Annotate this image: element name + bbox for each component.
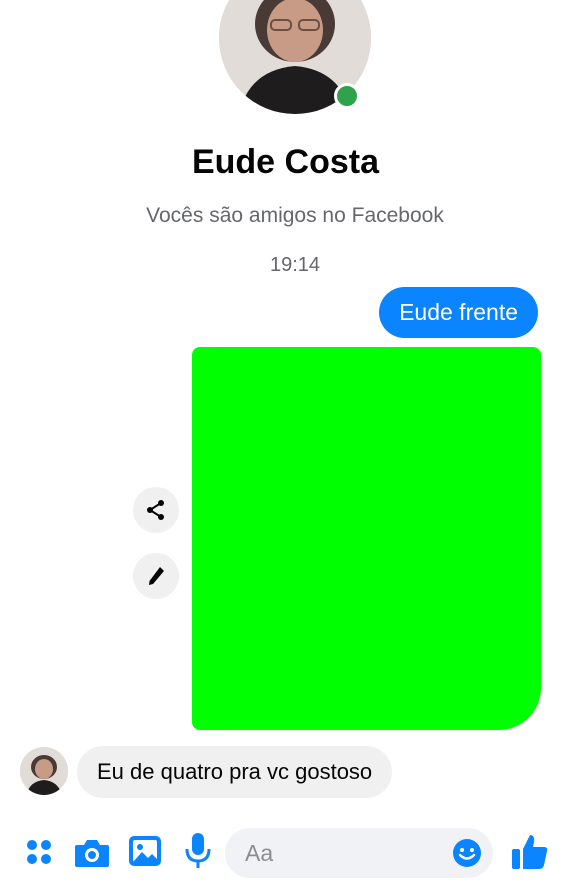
microphone-button[interactable]: [181, 830, 215, 872]
like-button[interactable]: [508, 830, 552, 874]
message-timestamp: 19:14: [269, 254, 321, 276]
message-input[interactable]: Aa: [225, 828, 493, 878]
share-icon: [147, 500, 164, 520]
sender-photo: [20, 747, 68, 795]
sender-avatar[interactable]: [20, 747, 68, 795]
share-button[interactable]: [133, 487, 179, 533]
sent-image-message[interactable]: [192, 347, 541, 730]
contact-name: Eude Costa: [191, 143, 380, 181]
friendship-status: Vocês são amigos no Facebook: [146, 204, 444, 227]
received-message-text: Eu de quatro pra vc gostoso: [97, 759, 373, 784]
apps-button[interactable]: [22, 834, 56, 870]
pencil-icon: [149, 567, 164, 585]
camera-icon: [75, 840, 109, 867]
microphone-icon: [185, 833, 211, 868]
gallery-button[interactable]: [126, 832, 164, 870]
camera-button[interactable]: [72, 834, 112, 872]
emoji-button[interactable]: [451, 837, 483, 869]
online-status-dot: [334, 83, 360, 109]
sent-message-bubble[interactable]: Eude frente: [379, 287, 538, 338]
received-message-bubble[interactable]: Eu de quatro pra vc gostoso: [77, 746, 393, 798]
thumbs-up-icon: [512, 835, 548, 869]
emoji-icon: [453, 839, 481, 867]
edit-button[interactable]: [133, 553, 179, 599]
message-input-placeholder: Aa: [245, 840, 274, 866]
apps-icon: [27, 840, 51, 864]
gallery-icon: [129, 836, 161, 866]
sent-message-text: Eude frente: [399, 299, 518, 325]
